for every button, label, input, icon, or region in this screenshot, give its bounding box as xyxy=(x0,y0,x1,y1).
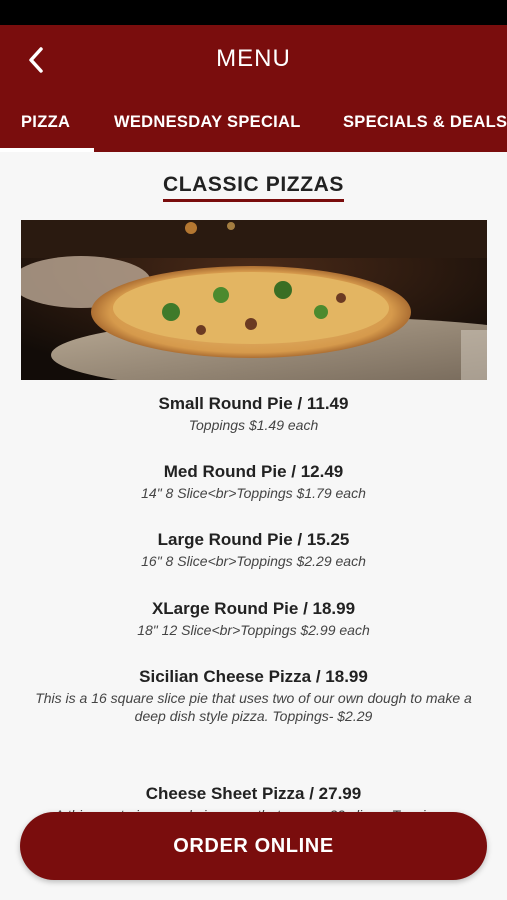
menu-item-title: Sicilian Cheese Pizza / 18.99 xyxy=(139,667,368,686)
menu-item[interactable]: Med Round Pie / 12.49 14" 8 Slice<br>Top… xyxy=(20,461,487,502)
menu-item[interactable]: Small Round Pie / 11.49 Toppings $1.49 e… xyxy=(20,393,487,434)
status-bar xyxy=(0,0,507,25)
menu-item[interactable]: Large Round Pie / 15.25 16" 8 Slice<br>T… xyxy=(20,529,487,570)
pizza-hero-image xyxy=(21,220,487,380)
app-header: MENU PIZZA WEDNESDAY SPECIAL SPECIALS & … xyxy=(0,25,507,152)
section-heading: CLASSIC PIZZAS xyxy=(0,173,507,202)
order-online-button[interactable]: ORDER ONLINE xyxy=(20,812,487,880)
menu-item[interactable]: XLarge Round Pie / 18.99 18" 12 Slice<br… xyxy=(20,598,487,639)
menu-item-desc: This is a 16 square slice pie that uses … xyxy=(35,690,472,724)
menu-item-title: Small Round Pie / 11.49 xyxy=(158,394,349,413)
menu-content[interactable]: CLASSIC PIZZAS Small Round Pie / 11.49 T… xyxy=(0,152,507,900)
menu-item-desc: 16" 8 Slice<br>Toppings $2.29 each xyxy=(141,553,366,569)
menu-item-title: XLarge Round Pie / 18.99 xyxy=(151,599,356,618)
menu-item-title: Med Round Pie / 12.49 xyxy=(163,462,344,481)
tab-bar: PIZZA WEDNESDAY SPECIAL SPECIALS & DEALS xyxy=(0,103,507,152)
menu-item[interactable]: Sicilian Cheese Pizza / 18.99 This is a … xyxy=(30,666,477,725)
section-title: CLASSIC PIZZAS xyxy=(162,173,345,202)
menu-item-desc: Toppings $1.49 each xyxy=(188,417,319,433)
tab-wednesday-special[interactable]: WEDNESDAY SPECIAL xyxy=(114,103,301,152)
tab-specials-deals[interactable]: SPECIALS & DEALS xyxy=(343,103,507,152)
menu-item-desc: 18" 12 Slice<br>Toppings $2.99 each xyxy=(137,622,370,638)
menu-item-desc: 14" 8 Slice<br>Toppings $1.79 each xyxy=(141,485,366,501)
menu-item-title: Large Round Pie / 15.25 xyxy=(157,530,350,549)
page-title: MENU xyxy=(216,45,291,72)
tab-pizza[interactable]: PIZZA xyxy=(21,103,70,152)
menu-item-title: Cheese Sheet Pizza / 27.99 xyxy=(145,784,362,803)
pizza-photo xyxy=(21,220,487,380)
